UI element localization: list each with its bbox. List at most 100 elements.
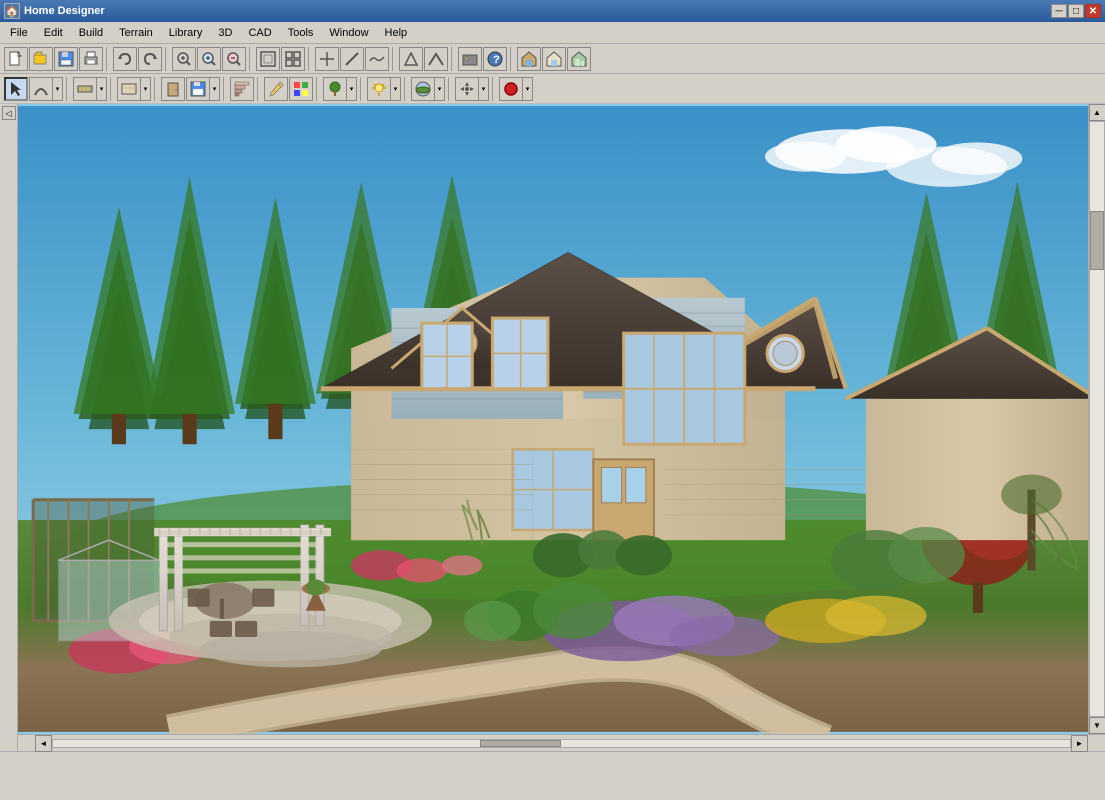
diagonal-button[interactable]	[340, 47, 364, 71]
stairs-button[interactable]	[230, 77, 254, 101]
scroll-h-thumb[interactable]	[480, 740, 561, 747]
status-bar	[0, 751, 1105, 773]
sep-2	[165, 47, 169, 71]
scroll-down-button[interactable]: ▼	[1089, 717, 1105, 734]
peak-button[interactable]	[424, 47, 448, 71]
save-dropdown[interactable]: ▾	[210, 77, 220, 101]
import-button[interactable]	[458, 47, 482, 71]
scroll-left-button[interactable]: ◄	[35, 735, 52, 752]
menu-bar: File Edit Build Terrain Library 3D CAD T…	[0, 22, 1105, 44]
horizontal-scrollbar: ◄ ►	[18, 734, 1105, 751]
record-group: ▾	[499, 77, 533, 101]
plant-group: ▾	[323, 77, 357, 101]
terrain-dropdown[interactable]: ▾	[435, 77, 445, 101]
scroll-up-button[interactable]: ▲	[1089, 104, 1105, 121]
menu-3d[interactable]: 3D	[210, 25, 240, 41]
menu-terrain[interactable]: Terrain	[111, 25, 161, 41]
menu-cad[interactable]: CAD	[240, 25, 279, 41]
light-button[interactable]	[367, 77, 391, 101]
left-panel: ◁	[0, 104, 18, 751]
app-title: Home Designer	[24, 5, 105, 17]
undo-button[interactable]	[113, 47, 137, 71]
terrain-group: ▾	[411, 77, 445, 101]
sep-t10	[492, 77, 496, 101]
fit-sel-button[interactable]	[281, 47, 305, 71]
title-bar-left: 🏠 Home Designer	[4, 3, 105, 19]
select-button[interactable]	[4, 77, 28, 101]
app-icon: 🏠	[4, 3, 20, 19]
scroll-v-thumb[interactable]	[1090, 211, 1104, 270]
print-button[interactable]	[79, 47, 103, 71]
draw-line-dropdown[interactable]: ▾	[53, 77, 63, 101]
zoom-out-button[interactable]	[222, 47, 246, 71]
move-group: ▾	[455, 77, 489, 101]
close-button[interactable]: ✕	[1085, 4, 1101, 18]
toolbar1: ?	[0, 44, 1105, 74]
wave-button[interactable]	[365, 47, 389, 71]
record-button[interactable]	[499, 77, 523, 101]
vertical-scrollbar: ▲ ▼	[1088, 104, 1105, 734]
scroll-h-track[interactable]	[52, 739, 1071, 748]
material-button[interactable]	[289, 77, 313, 101]
help-button[interactable]: ?	[483, 47, 507, 71]
wall-button[interactable]	[73, 77, 97, 101]
main-area: ◁	[0, 104, 1105, 751]
save2-button[interactable]	[186, 77, 210, 101]
sep-t4	[223, 77, 227, 101]
canvas-area[interactable]	[18, 104, 1088, 734]
scene-svg	[18, 104, 1088, 734]
menu-edit[interactable]: Edit	[36, 25, 71, 41]
sep-3	[249, 47, 253, 71]
maximize-button[interactable]: □	[1068, 4, 1084, 18]
plant-button[interactable]	[323, 77, 347, 101]
scroll-right-button[interactable]: ►	[1071, 735, 1088, 752]
left-panel-handle[interactable]: ◁	[2, 106, 16, 120]
house-view1-button[interactable]	[517, 47, 541, 71]
triangle-button[interactable]	[399, 47, 423, 71]
sep-t7	[360, 77, 364, 101]
sep-t6	[316, 77, 320, 101]
menu-help[interactable]: Help	[377, 25, 416, 41]
door-button[interactable]	[161, 77, 185, 101]
open-button[interactable]	[29, 47, 53, 71]
sep-4	[308, 47, 312, 71]
record-dropdown[interactable]: ▾	[523, 77, 533, 101]
draw-arc-button[interactable]	[29, 77, 53, 101]
house-view3-button[interactable]	[567, 47, 591, 71]
title-bar-controls: ─ □ ✕	[1051, 4, 1101, 18]
canvas-container: ▲ ▼ ◄ ►	[18, 104, 1105, 751]
sep-t2	[110, 77, 114, 101]
wall-dropdown[interactable]: ▾	[97, 77, 107, 101]
new-button[interactable]	[4, 47, 28, 71]
menu-build[interactable]: Build	[71, 25, 111, 41]
sep-5	[392, 47, 396, 71]
zoom-in-button[interactable]	[172, 47, 196, 71]
redo-button[interactable]	[138, 47, 162, 71]
save-button[interactable]	[54, 47, 78, 71]
move-dropdown[interactable]: ▾	[479, 77, 489, 101]
sep-1	[106, 47, 110, 71]
plant-dropdown[interactable]: ▾	[347, 77, 357, 101]
pencil-button[interactable]	[264, 77, 288, 101]
menu-tools[interactable]: Tools	[280, 25, 322, 41]
floor-dropdown[interactable]: ▾	[141, 77, 151, 101]
sep-t5	[257, 77, 261, 101]
fit-page-button[interactable]	[256, 47, 280, 71]
zoom-in2-button[interactable]	[197, 47, 221, 71]
terrain-button[interactable]	[411, 77, 435, 101]
menu-window[interactable]: Window	[321, 25, 376, 41]
menu-file[interactable]: File	[2, 25, 36, 41]
minimize-button[interactable]: ─	[1051, 4, 1067, 18]
cross-button[interactable]	[315, 47, 339, 71]
sep-t8	[404, 77, 408, 101]
sep-t3	[154, 77, 158, 101]
light-dropdown[interactable]: ▾	[391, 77, 401, 101]
menu-library[interactable]: Library	[161, 25, 211, 41]
house-view2-button[interactable]	[542, 47, 566, 71]
svg-text:?: ?	[493, 54, 500, 66]
scroll-v-track[interactable]	[1089, 121, 1105, 717]
floor-button[interactable]	[117, 77, 141, 101]
sep-7	[510, 47, 514, 71]
wall-group: ▾	[73, 77, 107, 101]
move-button[interactable]	[455, 77, 479, 101]
